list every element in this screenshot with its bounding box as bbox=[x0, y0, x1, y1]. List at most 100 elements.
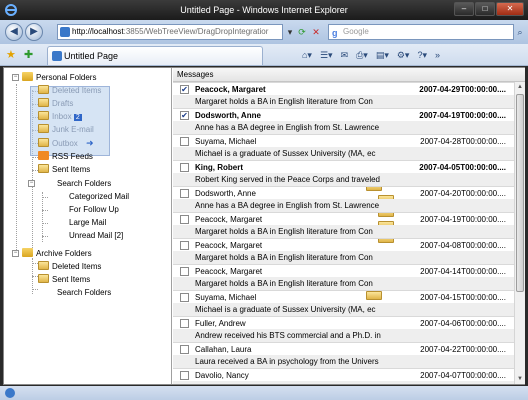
maximize-button[interactable]: □ bbox=[475, 2, 495, 16]
expand-search-folders[interactable]: − bbox=[28, 180, 35, 187]
scroll-down-arrow-icon[interactable]: ▼ bbox=[515, 374, 525, 384]
message-from: Peacock, Margaret bbox=[195, 85, 266, 94]
message-header-row[interactable]: Callahan, Laura 2007-04-22T00:00:00.... bbox=[173, 342, 514, 355]
tree-archive-folders[interactable]: Archive Folders bbox=[22, 248, 92, 260]
message-row[interactable]: Fuller, Andrew 2007-04-06T00:00:00.... And… bbox=[173, 316, 514, 342]
message-checkbox[interactable] bbox=[180, 345, 189, 354]
url-field[interactable]: http://localhost:3855/WebTreeView/DragDr… bbox=[57, 24, 283, 40]
refresh-icon[interactable]: ⟳ bbox=[296, 25, 308, 39]
tree-outbox[interactable]: Outbox ➜ bbox=[38, 137, 94, 149]
message-header-row[interactable]: Peacock, Margaret 2007-04-08T00:00:00.... bbox=[173, 238, 514, 251]
expand-archive-folders[interactable]: − bbox=[12, 250, 19, 257]
message-from: Fuller, Andrew bbox=[195, 319, 246, 328]
tree-sent-items[interactable]: Sent Items bbox=[38, 164, 90, 176]
message-row[interactable]: King, Robert 2007-04-05T00:00:00.... Rober… bbox=[173, 160, 514, 186]
message-from: Peacock, Margaret bbox=[195, 267, 263, 276]
message-header-row[interactable]: Dodsworth, Anne 2007-04-20T00:00:00.... bbox=[173, 186, 514, 199]
message-date: 2007-04-19T00:00:00.... bbox=[419, 111, 506, 120]
tree-archive-sent-items[interactable]: Sent Items bbox=[38, 274, 90, 286]
message-row[interactable]: ✔ Dodsworth, Anne 2007-04-19T00:00:00.... A… bbox=[173, 108, 514, 134]
tree-large-mail[interactable]: Large Mail bbox=[50, 217, 394, 230]
url-dropdown-icon[interactable]: ▾ bbox=[284, 25, 296, 39]
tree-drafts[interactable]: Drafts bbox=[38, 98, 73, 110]
tab-label: Untitled Page bbox=[64, 51, 119, 61]
tree-rss-feeds[interactable]: RSS Feeds bbox=[38, 151, 93, 163]
message-from: King, Robert bbox=[195, 163, 243, 172]
favorites-star-icon[interactable]: ★ bbox=[6, 48, 16, 61]
message-checkbox[interactable] bbox=[180, 215, 189, 224]
message-header-row[interactable]: Suyama, Michael 2007-04-15T00:00:00.... bbox=[173, 290, 514, 303]
message-checkbox[interactable] bbox=[180, 137, 189, 146]
message-header-row[interactable]: Peacock, Margaret 2007-04-19T00:00:00.... bbox=[173, 212, 514, 225]
message-row[interactable]: Callahan, Laura 2007-04-22T00:00:00.... La… bbox=[173, 342, 514, 368]
tools-gear-icon[interactable]: ⚙▾ bbox=[395, 48, 412, 62]
search-icon[interactable]: ⌕ bbox=[514, 24, 526, 40]
scroll-up-arrow-icon[interactable]: ▲ bbox=[515, 82, 525, 92]
message-date: 2007-04-05T00:00:00.... bbox=[419, 163, 506, 172]
tree-for-follow-up[interactable]: For Follow Up bbox=[50, 204, 394, 217]
message-row[interactable]: Dodsworth, Anne 2007-04-20T00:00:00.... An… bbox=[173, 186, 514, 212]
tree-personal-folders[interactable]: Personal Folders bbox=[22, 72, 96, 84]
home-icon[interactable]: ⌂▾ bbox=[300, 48, 314, 62]
scrollbar-thumb[interactable] bbox=[516, 94, 524, 292]
message-checkbox[interactable] bbox=[180, 189, 189, 198]
tab-favicon-icon bbox=[52, 51, 62, 61]
print-icon[interactable]: ⎙▾ bbox=[354, 48, 370, 62]
tree-search-folders[interactable]: Search Folders bbox=[38, 178, 382, 191]
message-checkbox[interactable] bbox=[180, 371, 189, 380]
help-icon[interactable]: ?▾ bbox=[415, 48, 429, 62]
minimize-button[interactable]: – bbox=[454, 2, 474, 16]
message-date: 2007-04-29T00:00:00.... bbox=[419, 85, 506, 94]
message-header-row[interactable]: ✔ Peacock, Margaret 2007-04-29T00:00:00...… bbox=[173, 82, 514, 95]
message-header-row[interactable]: Peacock, Margaret 2007-04-14T00:00:00.... bbox=[173, 264, 514, 277]
message-from: Davolio, Nancy bbox=[195, 371, 249, 380]
message-header-row[interactable]: ✔ Dodsworth, Anne 2007-04-19T00:00:00.... bbox=[173, 108, 514, 121]
deleted-items-icon bbox=[38, 85, 49, 94]
message-date: 2007-04-14T00:00:00.... bbox=[420, 267, 506, 276]
message-checkbox[interactable] bbox=[180, 319, 189, 328]
message-row[interactable]: Peacock, Margaret 2007-04-08T00:00:00....… bbox=[173, 238, 514, 264]
stop-icon[interactable]: ✕ bbox=[310, 25, 322, 39]
message-checkbox[interactable]: ✔ bbox=[180, 111, 189, 120]
page-content: − Personal Folders Deleted Items Drafts … bbox=[3, 67, 525, 385]
tree-unread-mail[interactable]: Unread Mail [2] bbox=[50, 230, 394, 243]
message-row[interactable]: Peacock, Margaret 2007-04-14T00:00:00....… bbox=[173, 264, 514, 290]
mail-icon[interactable]: ✉ bbox=[339, 48, 351, 62]
back-button[interactable]: ◀ bbox=[5, 23, 23, 41]
message-from: Peacock, Margaret bbox=[195, 241, 263, 250]
message-row[interactable]: Davolio, Nancy 2007-04-07T00:00:00....Edu… bbox=[173, 368, 514, 384]
messages-scrollbar[interactable]: ▲ ▼ bbox=[514, 82, 525, 384]
sent-items-icon bbox=[38, 164, 49, 173]
tree-junk-email[interactable]: Junk E-mail bbox=[38, 124, 94, 136]
feeds-icon[interactable]: ☰▾ bbox=[318, 48, 335, 62]
expand-personal-folders[interactable]: − bbox=[12, 74, 19, 81]
message-header-row[interactable]: Davolio, Nancy 2007-04-07T00:00:00.... bbox=[173, 368, 514, 381]
message-header-row[interactable]: King, Robert 2007-04-05T00:00:00.... bbox=[173, 160, 514, 173]
message-header-row[interactable]: Fuller, Andrew 2007-04-06T00:00:00.... bbox=[173, 316, 514, 329]
page-menu-icon[interactable]: ▤▾ bbox=[374, 48, 391, 62]
message-row[interactable]: ✔ Peacock, Margaret 2007-04-29T00:00:00...… bbox=[173, 82, 514, 108]
tree-categorized-mail[interactable]: Categorized Mail bbox=[50, 191, 394, 204]
message-checkbox[interactable] bbox=[180, 241, 189, 250]
add-favorite-icon[interactable]: ✚ bbox=[24, 48, 33, 61]
message-row[interactable]: Peacock, Margaret 2007-04-19T00:00:00....… bbox=[173, 212, 514, 238]
more-icon[interactable]: » bbox=[433, 48, 442, 62]
message-row[interactable]: Suyama, Michael 2007-04-28T00:00:00.... Mi… bbox=[173, 134, 514, 160]
tree-deleted-items[interactable]: Deleted Items bbox=[38, 85, 101, 97]
message-checkbox[interactable] bbox=[180, 293, 189, 302]
forward-button[interactable]: ▶ bbox=[25, 23, 43, 41]
message-checkbox[interactable]: ✔ bbox=[180, 85, 189, 94]
tree-inbox[interactable]: Inbox 2 bbox=[38, 111, 82, 123]
tab-untitled-page[interactable]: Untitled Page bbox=[47, 46, 263, 65]
message-header-row[interactable]: Suyama, Michael 2007-04-28T00:00:00.... bbox=[173, 134, 514, 147]
search-input[interactable]: g Google bbox=[328, 24, 514, 40]
message-from: Suyama, Michael bbox=[195, 137, 257, 146]
messages-panel: Messages ✔ Peacock, Margaret 2007-04-29T00… bbox=[173, 68, 525, 384]
tree-archive-deleted-items[interactable]: Deleted Items bbox=[38, 261, 101, 273]
tree-archive-search-folders[interactable]: Search Folders bbox=[38, 287, 382, 300]
message-row[interactable]: Suyama, Michael 2007-04-15T00:00:00.... Mi… bbox=[173, 290, 514, 316]
command-bar: ★ ✚ Untitled Page ⌂▾ ☰▾ ✉ ⎙▾ ▤▾ ⚙▾ ?▾ » bbox=[0, 44, 528, 66]
message-checkbox[interactable] bbox=[180, 163, 189, 172]
close-button[interactable]: ✕ bbox=[496, 2, 524, 16]
message-checkbox[interactable] bbox=[180, 267, 189, 276]
